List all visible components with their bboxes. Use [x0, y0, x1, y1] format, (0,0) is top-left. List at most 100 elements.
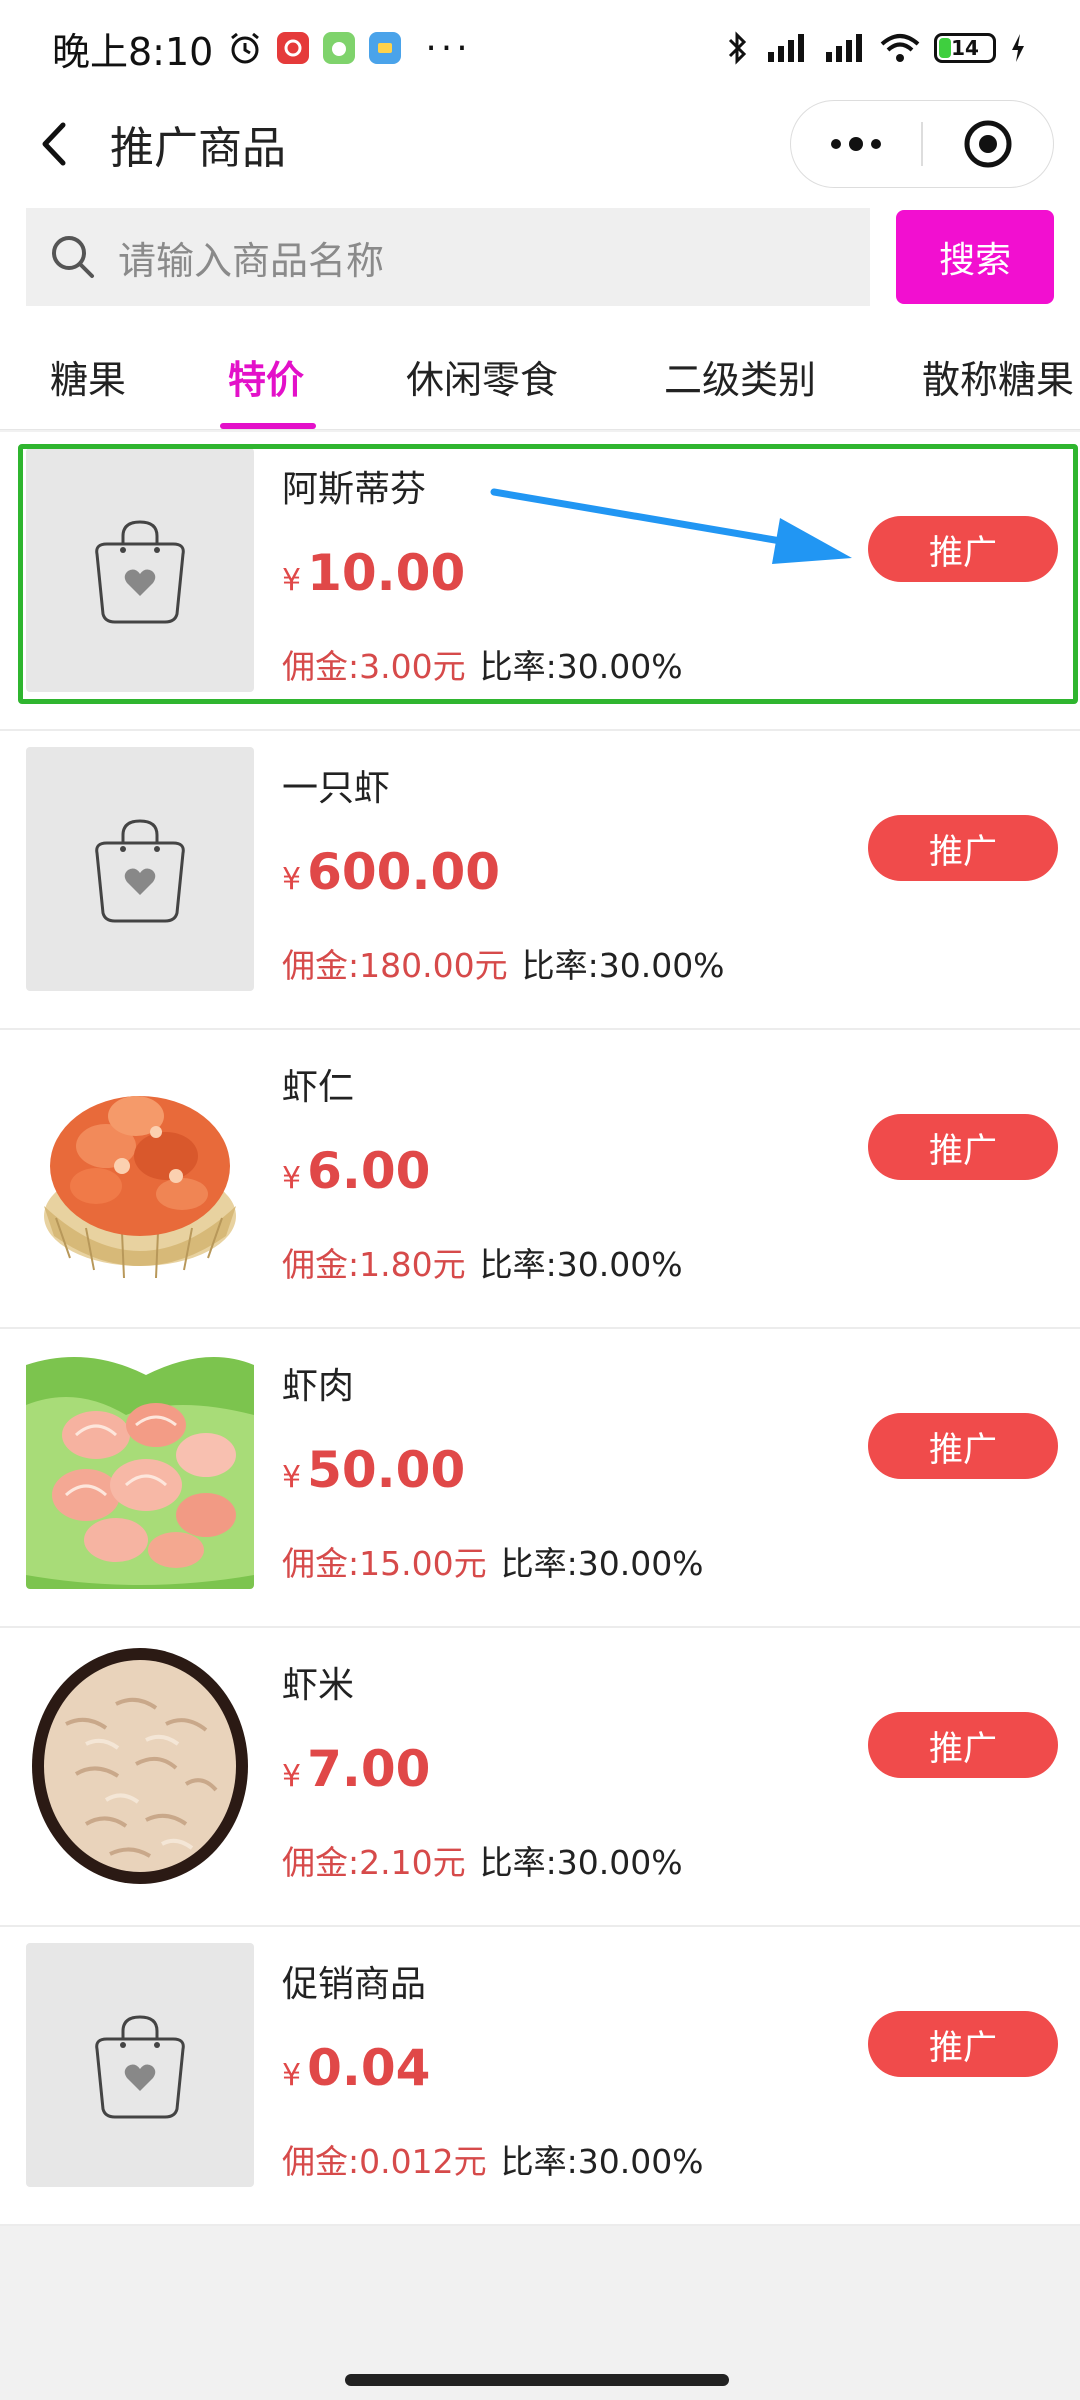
tab-secondary-category[interactable]: 二级类别: [664, 322, 816, 429]
tab-candy[interactable]: 糖果: [50, 322, 126, 429]
product-meta: 佣金:3.00元 比率:30.00%: [282, 640, 683, 688]
price-value: 50.00: [307, 1441, 466, 1499]
tab-bulk-candy[interactable]: 散称糖果: [922, 322, 1074, 429]
battery-level: 14: [951, 36, 979, 60]
list-item[interactable]: 虾仁 ¥ 6.00 佣金:1.80元 比率:30.00% 推广: [0, 1030, 1080, 1329]
search-placeholder: 请输入商品名称: [118, 238, 385, 283]
promote-button[interactable]: 推广: [868, 2011, 1058, 2077]
back-arrow-icon: [42, 122, 66, 166]
product-list: 阿斯蒂芬 ¥ 10.00 佣金:3.00元 比率:30.00% 推广 一只虾 ¥…: [0, 432, 1080, 2226]
shopping-bag-icon: [95, 2015, 185, 2119]
category-tabs: 糖果 特价 休闲零食 二级类别 散称糖果: [0, 322, 1080, 430]
commission-text: 佣金:0.012元: [282, 2142, 487, 2181]
product-image: [26, 448, 254, 692]
product-meta: 佣金:0.012元 比率:30.00%: [282, 2135, 704, 2183]
target-close-icon: [964, 120, 1012, 168]
search-row: 请输入商品名称 搜索: [0, 192, 1080, 322]
signal-hd-icon: [762, 30, 808, 66]
price-value: 600.00: [307, 843, 501, 901]
commission-text: 佣金:2.10元: [282, 1843, 466, 1882]
price-value: 6.00: [307, 1142, 431, 1200]
dried-shrimp-bowl-image: [32, 1648, 248, 1884]
status-left: 晚上8:10 ···: [52, 21, 472, 76]
promote-button[interactable]: 推广: [868, 815, 1058, 881]
product-image: [26, 1345, 254, 1589]
list-item[interactable]: 促销商品 ¥ 0.04 佣金:0.012元 比率:30.00% 推广: [0, 1927, 1080, 2226]
app-icon-green: [323, 32, 356, 64]
price-value: 0.04: [307, 2039, 431, 2097]
rate-text: 比率:30.00%: [479, 647, 683, 686]
shrimp-meat-image: [26, 1357, 254, 1589]
close-miniprogram-button[interactable]: [923, 100, 1053, 188]
status-right: 14: [726, 30, 1028, 66]
page: 晚上8:10 ··· 14 推广商品 请输入商品名称 搜索 糖果 特价 休闲零食…: [0, 0, 1080, 2400]
shopping-bag-icon: [95, 520, 185, 624]
product-price: ¥ 7.00: [282, 1740, 430, 1798]
status-bar: 晚上8:10 ··· 14: [0, 0, 1080, 96]
list-item[interactable]: 一只虾 ¥ 600.00 佣金:180.00元 比率:30.00% 推广: [0, 731, 1080, 1030]
status-more-dots: ···: [425, 27, 472, 69]
product-image: [26, 1644, 254, 1888]
rate-text: 比率:30.00%: [500, 1544, 704, 1583]
promote-button[interactable]: 推广: [868, 516, 1058, 582]
currency-symbol: ¥: [282, 1161, 302, 1196]
promote-button[interactable]: 推广: [868, 1712, 1058, 1778]
promote-button[interactable]: 推广: [868, 1114, 1058, 1180]
back-button[interactable]: [10, 96, 100, 192]
app-icon-blue: [369, 32, 402, 64]
product-meta: 佣金:15.00元 比率:30.00%: [282, 1537, 704, 1585]
product-meta: 佣金:2.10元 比率:30.00%: [282, 1836, 683, 1884]
signal-hd-icon: [820, 30, 866, 66]
product-price: ¥ 10.00: [282, 544, 465, 602]
promote-button[interactable]: 推广: [868, 1413, 1058, 1479]
product-name: 虾肉: [282, 1366, 355, 1407]
list-item[interactable]: 虾米 ¥ 7.00 佣金:2.10元 比率:30.00% 推广: [0, 1628, 1080, 1927]
commission-text: 佣金:3.00元: [282, 647, 466, 686]
currency-symbol: ¥: [282, 2058, 302, 2093]
bluetooth-icon: [726, 30, 750, 66]
product-name: 虾米: [282, 1665, 355, 1706]
more-button[interactable]: [791, 100, 921, 188]
list-item[interactable]: 虾肉 ¥ 50.00 佣金:15.00元 比率:30.00% 推广: [0, 1329, 1080, 1628]
app-icon-red: [277, 32, 310, 64]
alarm-icon: [227, 30, 263, 66]
search-input[interactable]: 请输入商品名称: [26, 208, 871, 306]
product-price: ¥ 50.00: [282, 1441, 465, 1499]
rate-text: 比率:30.00%: [500, 2142, 704, 2181]
active-tab-underline: [220, 423, 316, 429]
price-value: 10.00: [307, 544, 466, 602]
charging-icon: [1008, 30, 1028, 66]
product-name: 一只虾: [282, 768, 391, 809]
product-name: 促销商品: [282, 1964, 427, 2005]
currency-symbol: ¥: [282, 563, 302, 598]
product-price: ¥ 600.00: [282, 843, 500, 901]
product-image: [26, 747, 254, 991]
product-meta: 佣金:180.00元 比率:30.00%: [282, 939, 725, 987]
shopping-bag-icon: [95, 819, 185, 923]
tab-special-price[interactable]: 特价: [228, 322, 304, 429]
search-icon: [52, 236, 94, 278]
commission-text: 佣金:1.80元: [282, 1245, 466, 1284]
dried-shrimp-basket-image: [44, 1096, 236, 1279]
product-price: ¥ 0.04: [282, 2039, 430, 2097]
currency-symbol: ¥: [282, 1759, 302, 1794]
commission-text: 佣金:15.00元: [282, 1544, 487, 1583]
product-name: 虾仁: [282, 1067, 355, 1108]
product-image: [26, 1046, 254, 1290]
wifi-icon: [878, 30, 922, 66]
status-time: 晚上8:10: [52, 29, 214, 74]
home-indicator: [345, 2374, 729, 2386]
currency-symbol: ¥: [282, 1460, 302, 1495]
list-item[interactable]: 阿斯蒂芬 ¥ 10.00 佣金:3.00元 比率:30.00% 推广: [0, 432, 1080, 731]
miniprogram-capsule: [790, 100, 1054, 188]
tab-snacks[interactable]: 休闲零食: [406, 322, 558, 429]
page-title: 推广商品: [110, 123, 286, 174]
more-dots-icon: [831, 137, 881, 151]
nav-bar: 推广商品: [0, 96, 1080, 192]
product-image: [26, 1943, 254, 2187]
annotation-arrow-icon: [490, 488, 852, 564]
rate-text: 比率:30.00%: [479, 1843, 683, 1882]
commission-text: 佣金:180.00元: [282, 946, 508, 985]
currency-symbol: ¥: [282, 862, 302, 897]
search-button[interactable]: 搜索: [896, 210, 1054, 304]
